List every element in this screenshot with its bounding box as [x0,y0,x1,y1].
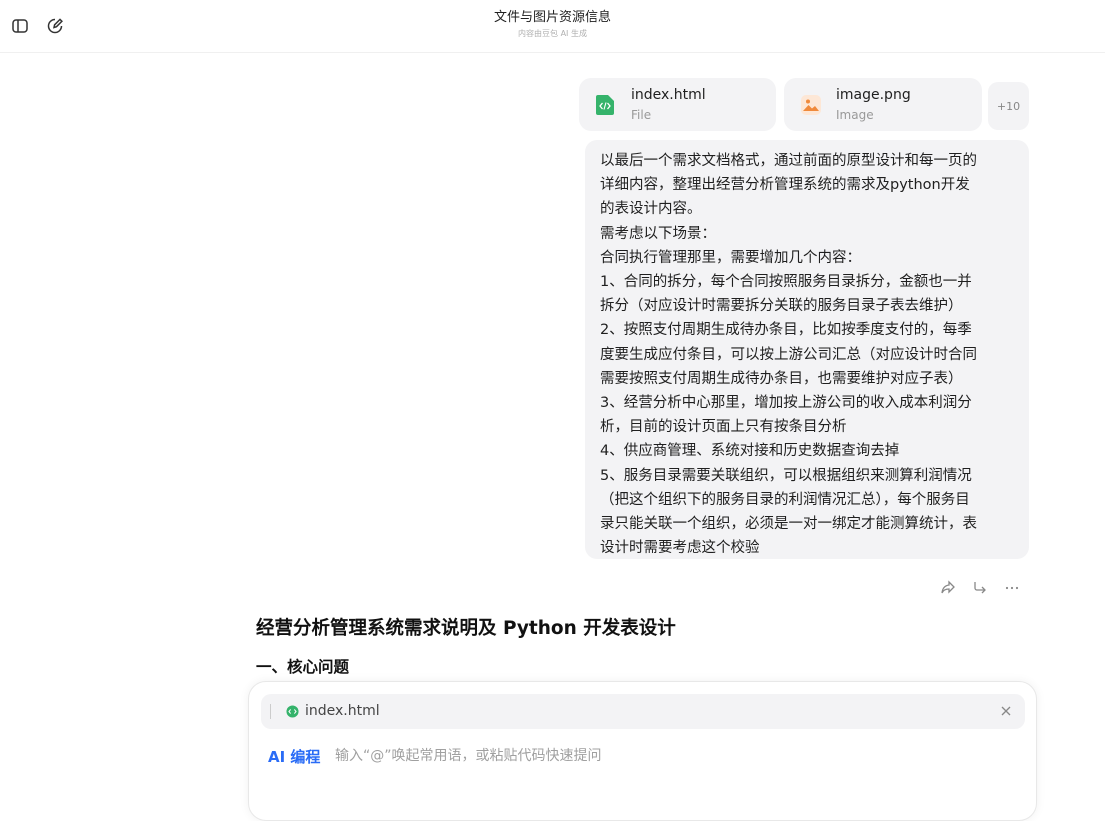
message-line: 需考虑以下场景： [600,225,716,242]
user-message-bubble: 以最后一个需求文档格式，通过前面的原型设计和每一页的 详细内容，整理出经营分析管… [585,140,1029,559]
message-line: 需要按照支付周期生成待办条目，也需要维护对应子表） [600,370,963,387]
attachment-card-image[interactable]: image.png Image [784,78,982,131]
conversation-title: 文件与图片资源信息 [493,10,611,25]
attachment-name: index.html [631,87,706,103]
code-file-icon [286,705,299,718]
share-icon[interactable] [938,577,958,597]
ai-coding-mode-button[interactable]: AI 编程 [268,746,320,767]
top-bar: 文件与图片资源信息 内容由豆包 AI 生成 [0,0,1105,53]
attached-file-name: index.html [305,703,380,719]
message-line: 3、经营分析中心那里，增加按上游公司的收入成本利润分 [600,395,972,412]
message-line: 2、按照支付周期生成待办条目，比如按季度支付的，每季 [600,322,972,339]
message-line: 1、合同的拆分，每个合同按照服务目录拆分，金额也一并 [600,274,972,291]
answer-title: 经营分析管理系统需求说明及 Python 开发表设计 [256,618,676,639]
message-line: 拆分（对应设计时需要拆分关联的服务目录子表去维护） [600,298,963,315]
answer-section-heading: 一、核心问题 [256,658,350,676]
attachment-name: image.png [836,87,911,103]
image-file-icon [801,95,821,115]
message-line: 录只能关联一个组织，必须是一对一绑定才能测算统计，表 [600,516,977,533]
more-attachments-badge[interactable]: +10 [988,82,1029,130]
ai-generated-note: 内容由豆包 AI 生成 [518,29,587,38]
composer-panel: index.html AI 编程 [248,681,1037,821]
html-file-icon [596,95,614,115]
message-line: 析，目前的设计页面上只有按条目分析 [600,419,847,436]
message-line: 度要生成应付条目，可以按上游公司汇总（对应设计时合同 [600,346,977,363]
message-line: 5、服务目录需要关联组织，可以根据组织来测算利润情况 [600,467,972,484]
attachment-card-html[interactable]: index.html File [579,78,776,131]
attachment-type: Image [836,108,874,122]
reply-icon[interactable] [970,577,990,597]
close-icon[interactable] [997,702,1015,720]
message-line: 合同执行管理那里，需要增加几个内容： [600,249,861,266]
message-line: 4、供应商管理、系统对接和历史数据查询去掉 [600,443,900,460]
message-line: 以最后一个需求文档格式，通过前面的原型设计和每一页的 [600,153,977,169]
message-line: 的表设计内容。 [600,201,702,218]
message-actions [938,577,1022,597]
message-line: 详细内容，整理出经营分析管理系统的需求及python开发 [600,177,970,194]
attached-file-chip[interactable]: index.html [261,694,1025,729]
chip-divider [270,704,271,719]
more-options-icon[interactable] [1002,577,1022,597]
message-line: （把这个组织下的服务目录的利润情况汇总），每个服务目 [600,491,970,508]
attachment-type: File [631,108,652,122]
conversation-header: 文件与图片资源信息 内容由豆包 AI 生成 [0,9,1105,40]
message-line: 设计时需要考虑这个校验 [600,540,760,557]
prompt-input[interactable] [335,742,1015,770]
